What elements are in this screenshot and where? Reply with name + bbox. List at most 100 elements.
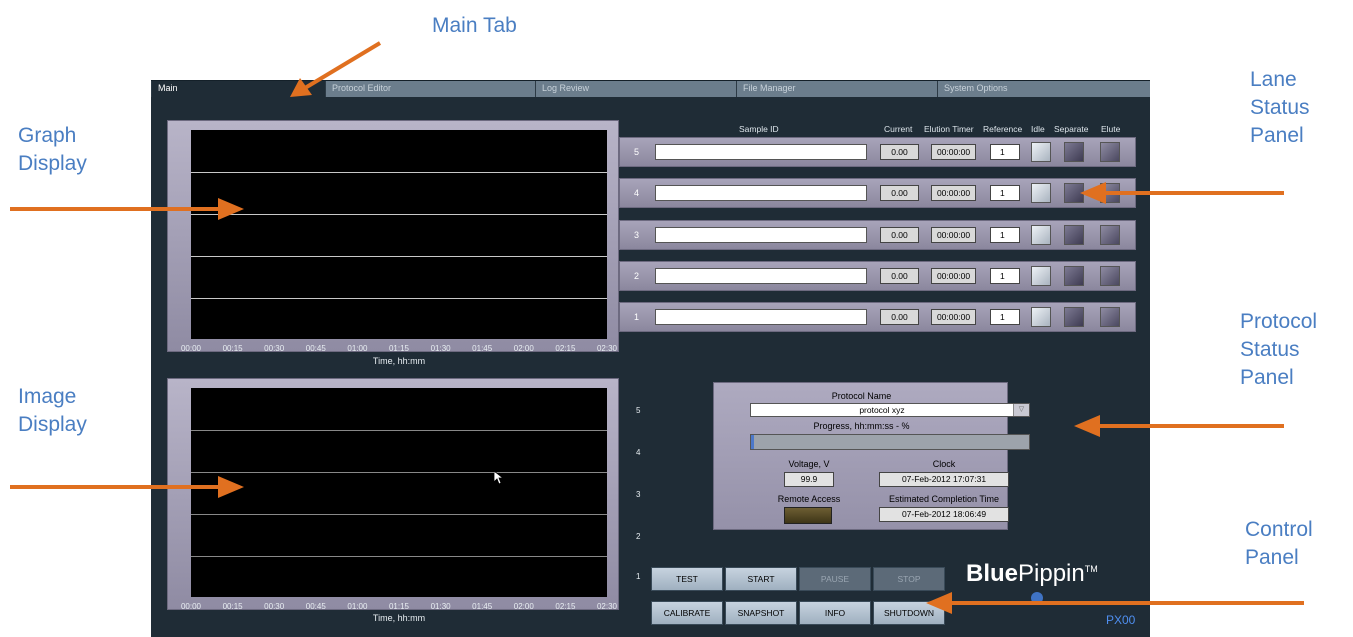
image-lane-marker-4: 4 [636, 448, 641, 457]
reference-input[interactable]: 1 [990, 144, 1020, 160]
arrow-protocol-status-head [1074, 415, 1100, 437]
reference-input[interactable]: 1 [990, 227, 1020, 243]
current-value: 0.00 [880, 309, 919, 325]
snapshot-button[interactable]: SNAPSHOT [725, 601, 797, 625]
pause-button[interactable]: PAUSE [799, 567, 871, 591]
image-lane-marker-2: 2 [636, 532, 641, 541]
tab-log-review[interactable]: Log Review [535, 81, 736, 97]
graph-x-label: Time, hh:mm [372, 356, 426, 366]
header-idle: Idle [1031, 124, 1045, 134]
graph-tick-label: 00:00 [180, 344, 202, 353]
stop-button[interactable]: STOP [873, 567, 945, 591]
arrow-image-display [10, 485, 220, 489]
callout-graph-display: Graph Display [18, 122, 87, 178]
lane-row-5: 5 0.00 00:00:00 1 [619, 137, 1136, 167]
separate-indicator[interactable] [1064, 225, 1084, 245]
sample-id-input[interactable] [655, 144, 867, 160]
idle-indicator[interactable] [1031, 266, 1051, 286]
graph-tick-label: 00:15 [222, 344, 243, 353]
protocol-name-select[interactable]: protocol xyz ▽ [750, 403, 1030, 417]
callout-protocol-line2: Status [1240, 338, 1300, 361]
image-tick-label: 02:00 [513, 602, 534, 611]
elute-indicator[interactable] [1100, 142, 1120, 162]
lane-row-4: 4 0.00 00:00:00 1 [619, 178, 1136, 208]
chevron-down-icon[interactable]: ▽ [1013, 404, 1029, 416]
graph-tick-label: 01:00 [347, 344, 368, 353]
clock-value: 07-Feb-2012 17:07:31 [879, 472, 1009, 487]
callout-lane-line1: Lane [1250, 68, 1297, 91]
image-lane-marker-3: 3 [636, 490, 641, 499]
current-value: 0.00 [880, 185, 919, 201]
callout-graph-line1: Graph [18, 124, 77, 147]
elute-indicator[interactable] [1100, 266, 1120, 286]
tab-file-manager[interactable]: File Manager [736, 81, 937, 97]
completion-value: 07-Feb-2012 18:06:49 [879, 507, 1009, 522]
image-lane-marker-1: 1 [636, 572, 641, 581]
info-button[interactable]: INFO [799, 601, 871, 625]
arrow-lane-status-head [1080, 182, 1106, 204]
graph-tick-label: 00:45 [305, 344, 326, 353]
start-button[interactable]: START [725, 567, 797, 591]
sample-id-input[interactable] [655, 185, 867, 201]
lane-number: 4 [634, 188, 640, 198]
lane-number: 2 [634, 271, 640, 281]
separate-indicator[interactable] [1064, 307, 1084, 327]
elution-timer-value: 00:00:00 [931, 227, 976, 243]
lane-row-2: 2 0.00 00:00:00 1 [619, 261, 1136, 291]
graph-gridline [191, 256, 607, 257]
protocol-name-label: Protocol Name [831, 391, 892, 401]
progress-label: Progress, hh:mm:ss - % [813, 421, 910, 431]
arrow-graph-display [10, 207, 220, 211]
arrow-control-panel-head [926, 592, 952, 614]
lane-number: 5 [634, 147, 640, 157]
arrow-lane-status [1104, 191, 1284, 195]
elution-timer-value: 00:00:00 [931, 185, 976, 201]
logo-tm: TM [1084, 564, 1098, 574]
image-tick-label: 00:45 [305, 602, 326, 611]
tab-system-options[interactable]: System Options [937, 81, 1150, 97]
test-button[interactable]: TEST [651, 567, 723, 591]
remote-access-indicator[interactable] [784, 507, 832, 524]
idle-indicator[interactable] [1031, 183, 1051, 203]
protocol-name-value: protocol xyz [859, 405, 905, 415]
calibrate-button[interactable]: CALIBRATE [651, 601, 723, 625]
image-tick-label: 02:15 [555, 602, 576, 611]
elution-timer-value: 00:00:00 [931, 268, 976, 284]
callout-protocol-line3: Panel [1240, 366, 1294, 389]
graph-tick-label: 02:15 [555, 344, 576, 353]
image-tick-label: 01:15 [388, 602, 410, 611]
reference-input[interactable]: 1 [990, 309, 1020, 325]
header-current: Current [884, 124, 913, 134]
image-gridline [191, 514, 607, 515]
separate-indicator[interactable] [1064, 142, 1084, 162]
arrow-graph-display-head [218, 198, 244, 220]
elution-timer-value: 00:00:00 [931, 309, 976, 325]
image-gridline [191, 430, 607, 431]
arrow-image-display-head [218, 476, 244, 498]
graph-display [191, 130, 607, 339]
voltage-value: 99.9 [784, 472, 834, 487]
image-tick-label: 00:00 [180, 602, 202, 611]
reference-input[interactable]: 1 [990, 185, 1020, 201]
graph-gridline [191, 298, 607, 299]
graph-gridline [191, 172, 607, 173]
sample-id-input[interactable] [655, 227, 867, 243]
header-reference: Reference [983, 124, 1023, 134]
graph-tick-label: 02:30 [596, 344, 618, 353]
sample-id-input[interactable] [655, 309, 867, 325]
idle-indicator[interactable] [1031, 225, 1051, 245]
elute-indicator[interactable] [1100, 307, 1120, 327]
elute-indicator[interactable] [1100, 225, 1120, 245]
callout-lane-status: Lane Status Panel [1250, 66, 1310, 150]
idle-indicator[interactable] [1031, 142, 1051, 162]
arrow-main-tab-icon [290, 41, 382, 97]
image-tick-label: 00:15 [222, 602, 243, 611]
reference-input[interactable]: 1 [990, 268, 1020, 284]
remote-access-label: Remote Access [777, 494, 841, 504]
current-value: 0.00 [880, 144, 919, 160]
image-tick-label: 01:45 [472, 602, 493, 611]
sample-id-input[interactable] [655, 268, 867, 284]
separate-indicator[interactable] [1064, 266, 1084, 286]
idle-indicator[interactable] [1031, 307, 1051, 327]
callout-lane-line2: Status [1250, 96, 1310, 119]
